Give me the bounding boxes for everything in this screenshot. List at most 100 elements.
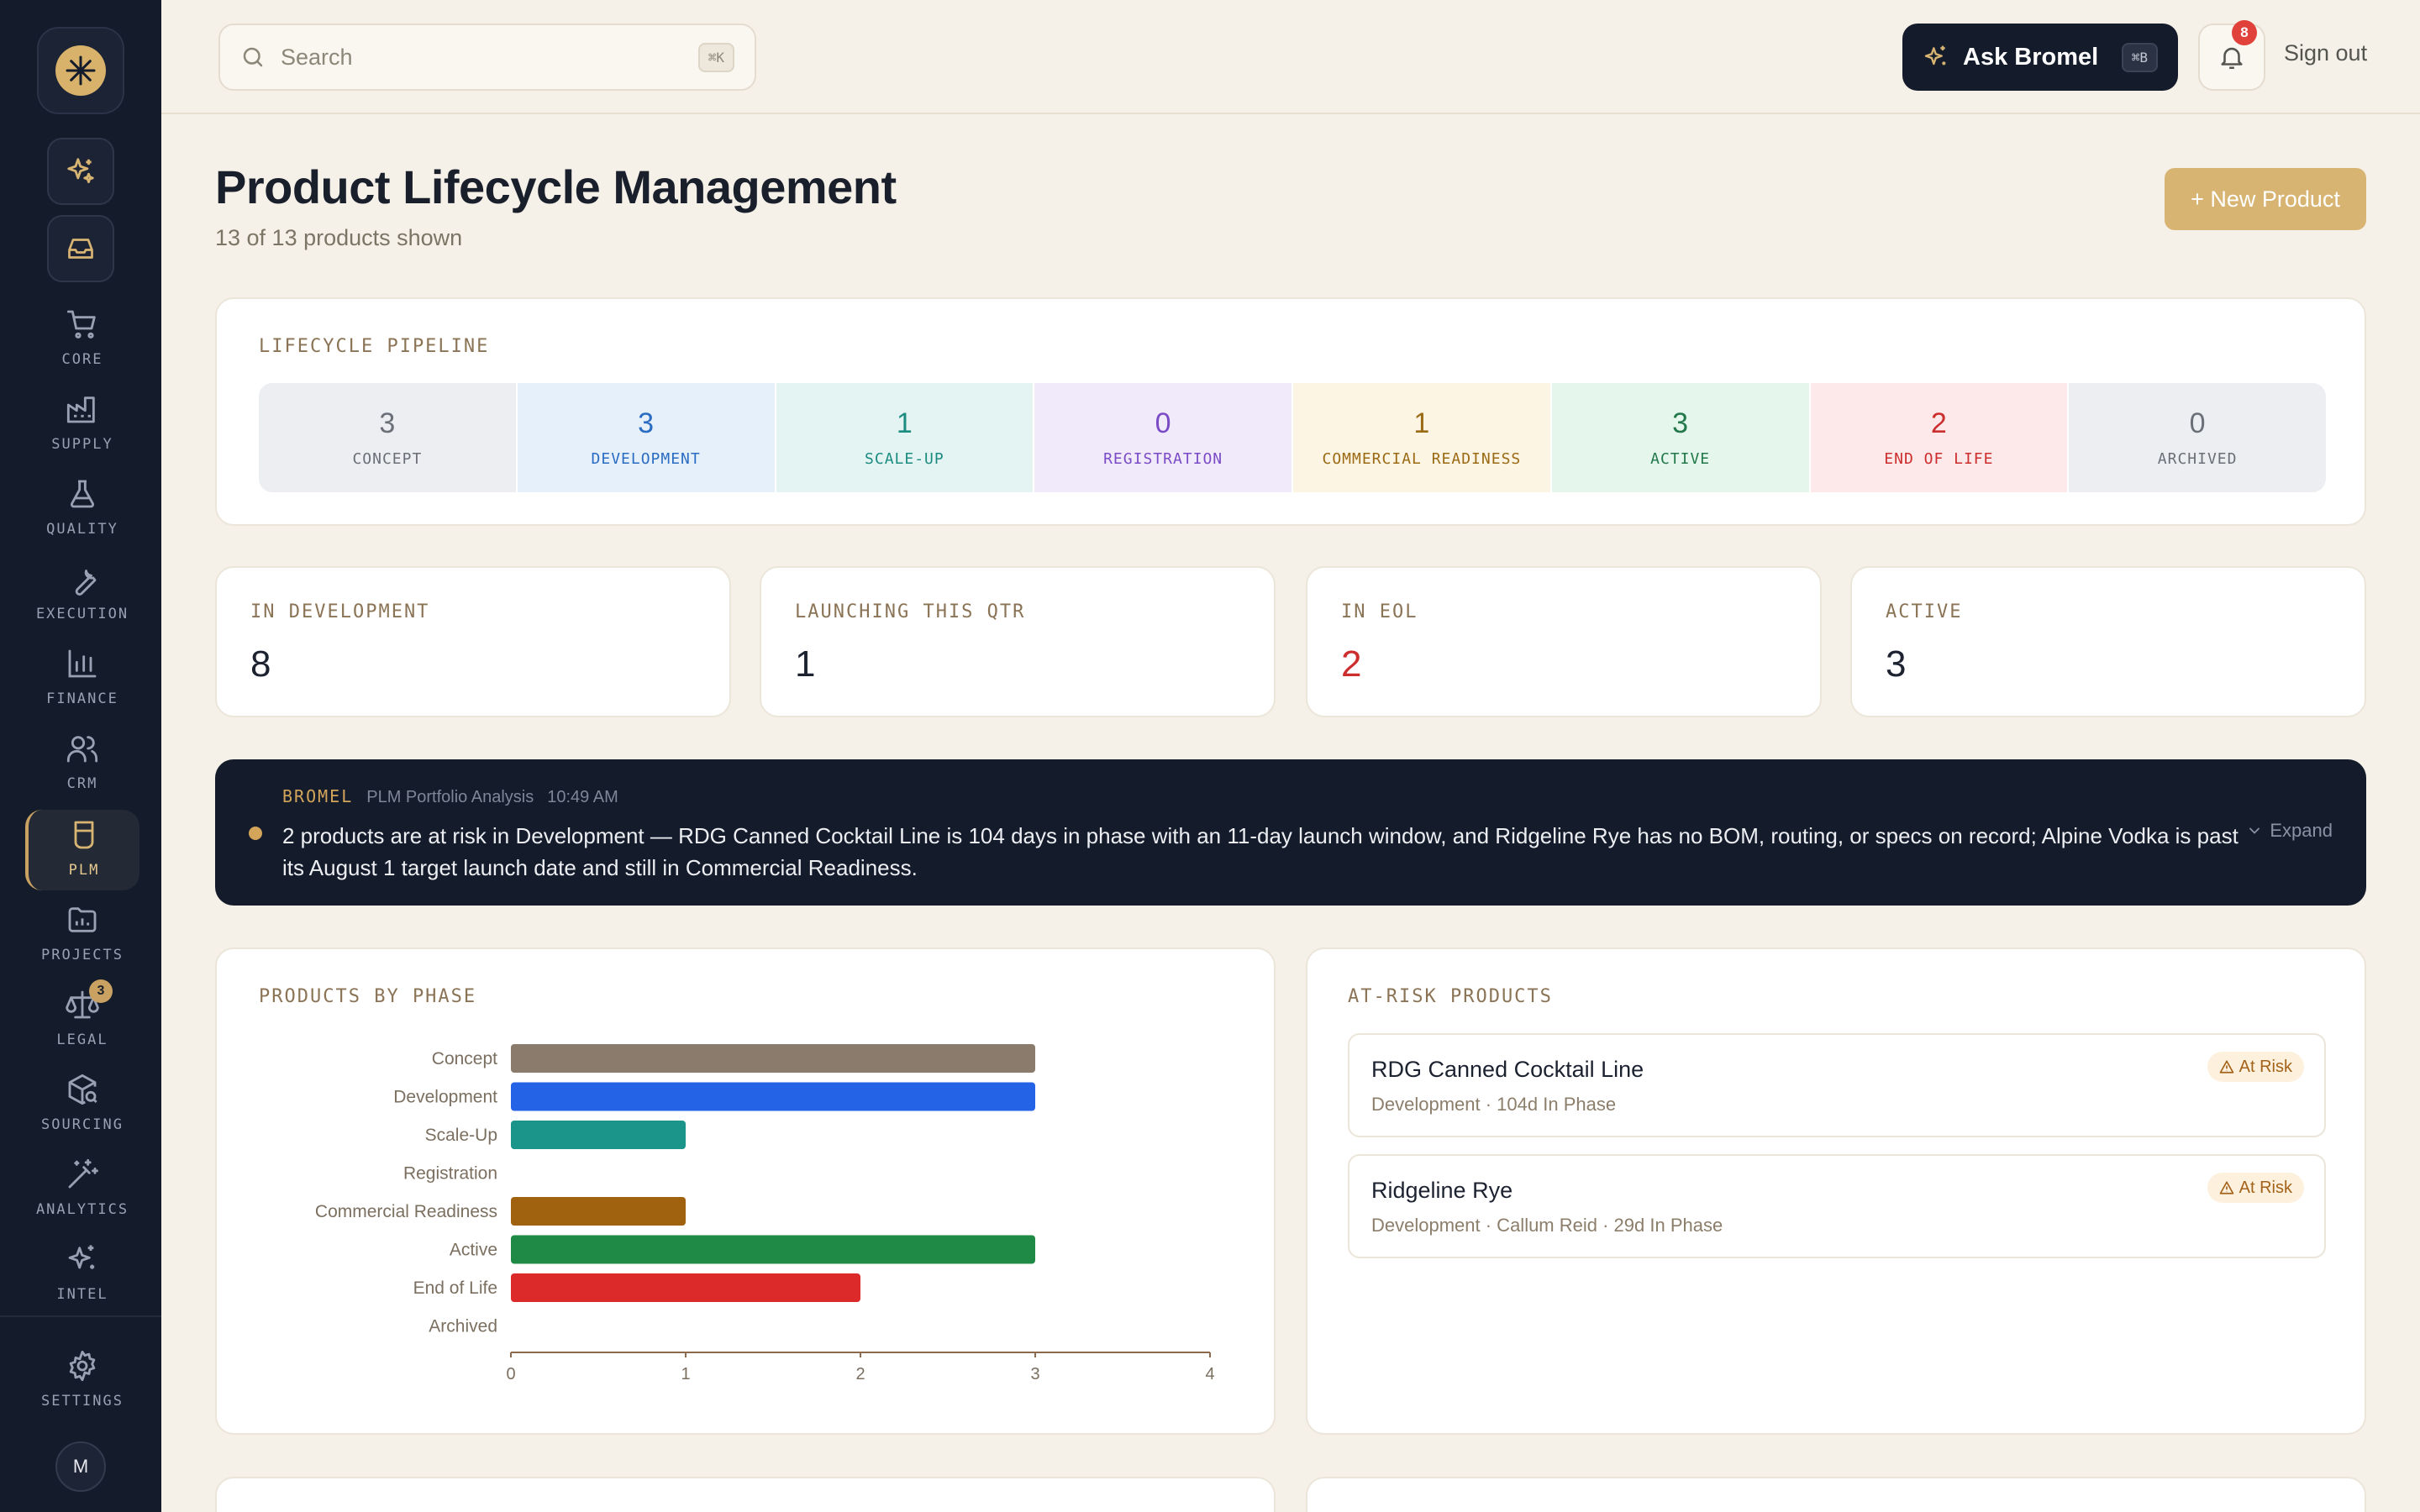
sidebar-divider [0, 1315, 161, 1317]
product-meta: Development · Callum Reid · 29d In Phase [1371, 1215, 1723, 1236]
cart-icon [66, 310, 96, 339]
sparkles-icon [1924, 45, 1946, 66]
sidebar-item-intel[interactable]: INTEL [25, 1234, 139, 1315]
section-title: LIFECYCLE PIPELINE [259, 336, 490, 357]
stage-archived[interactable]: 0 ARCHIVED [2069, 383, 2326, 492]
sidebar-item-settings[interactable]: SETTINGS [25, 1341, 139, 1421]
bar-chart-icon [68, 649, 97, 678]
sidebar-item-label: INTEL [56, 1286, 108, 1303]
stage-count: 2 [1930, 407, 1947, 439]
sidebar-item-plm[interactable]: PLM [25, 810, 139, 890]
insight-text: 2 products are at risk in Development — … [282, 823, 2238, 880]
app-logo[interactable] [37, 27, 124, 114]
insight-timestamp: 10:49 AM [547, 788, 618, 806]
expand-button[interactable]: Expand [2246, 820, 2333, 842]
search-input[interactable]: Search ⌘K [218, 24, 756, 91]
stage-name: ARCHIVED [2157, 450, 2238, 468]
category-label: Active [450, 1241, 497, 1260]
x-tick-label: 4 [1205, 1365, 1214, 1383]
sparkles-icon [67, 158, 94, 184]
sidebar-item-crm[interactable]: CRM [25, 723, 139, 804]
stage-name: CONCEPT [352, 450, 423, 468]
inbox-button[interactable] [47, 215, 114, 282]
sidebar-item-label: ANALYTICS [35, 1201, 129, 1218]
insight-topic: PLM Portfolio Analysis [366, 788, 534, 806]
x-tick-label: 2 [855, 1365, 865, 1383]
category-label: End of Life [413, 1278, 497, 1298]
search-placeholder: Search [281, 44, 353, 70]
category-label: Registration [403, 1164, 497, 1184]
sidebar-item-supply[interactable]: SUPPLY [25, 384, 139, 465]
sidebar-item-legal[interactable]: 3 LEGAL [25, 979, 139, 1060]
x-tick-label: 3 [1030, 1365, 1039, 1383]
flask-icon [70, 480, 95, 508]
sidebar-item-finance[interactable]: FINANCE [25, 638, 139, 719]
stat-label: LAUNCHING THIS QTR [795, 601, 1026, 622]
inbox-icon [68, 239, 93, 259]
next-card-left [215, 1477, 1276, 1512]
sidebar-item-label: SETTINGS [41, 1393, 124, 1410]
sidebar-item-projects[interactable]: PROJECTS [25, 895, 139, 975]
at-risk-products-card: AT-RISK PRODUCTS RDG Canned Cocktail Lin… [1306, 948, 2366, 1435]
stage-name: REGISTRATION [1103, 450, 1223, 468]
at-risk-item[interactable]: RDG Canned Cocktail Line Development · 1… [1348, 1033, 2326, 1137]
stat-card-launching-this-qtr: LAUNCHING THIS QTR 1 [760, 566, 1276, 717]
sidebar-item-label: PLM [68, 862, 100, 879]
ai-assistant-button[interactable] [47, 138, 114, 205]
product-meta: Development · 104d In Phase [1371, 1094, 1617, 1115]
bar-active[interactable] [511, 1235, 1035, 1264]
sidebar-item-analytics[interactable]: ANALYTICS [25, 1149, 139, 1230]
bar-end-of-life[interactable] [511, 1273, 860, 1302]
stage-concept[interactable]: 3 CONCEPT [259, 383, 518, 492]
stage-count: 0 [2189, 407, 2206, 439]
folder-chart-icon [68, 907, 97, 932]
ask-bromel-button[interactable]: Ask Bromel ⌘B [1902, 24, 2178, 91]
bar-development[interactable] [511, 1082, 1035, 1111]
sparkles-icon [68, 1245, 95, 1269]
stage-active[interactable]: 3 ACTIVE [1551, 383, 1811, 492]
stat-card-in-eol: IN EOL 2 [1306, 566, 1822, 717]
sidebar-item-sourcing[interactable]: SOURCING [25, 1064, 139, 1145]
stat-value: 2 [1341, 643, 1362, 685]
page-title: Product Lifecycle Management [215, 160, 897, 213]
bar-commercial-readiness[interactable] [511, 1197, 686, 1226]
wrench-icon [75, 570, 97, 596]
warning-icon [2219, 1181, 2233, 1194]
stat-card-in-development: IN DEVELOPMENT 8 [215, 566, 731, 717]
category-label: Scale-Up [425, 1126, 497, 1145]
sidebar-item-core[interactable]: CORE [25, 299, 139, 380]
at-risk-badge-label: At Risk [2238, 1178, 2292, 1197]
factory-icon [66, 396, 95, 423]
insight-header: BROMEL PLM Portfolio Analysis 10:49 AM [282, 786, 618, 807]
at-risk-item[interactable]: Ridgeline Rye Development · Callum Reid … [1348, 1154, 2326, 1258]
x-tick-label: 1 [681, 1365, 690, 1383]
stage-name: END OF LIFE [1884, 450, 1994, 468]
search-icon [243, 47, 263, 67]
package-search-icon [68, 1074, 97, 1105]
bar-concept[interactable] [511, 1044, 1035, 1073]
sidebar-item-quality[interactable]: QUALITY [25, 469, 139, 549]
sidebar-item-label: SOURCING [41, 1116, 124, 1133]
section-title: AT-RISK PRODUCTS [1348, 986, 1553, 1007]
stage-registration[interactable]: 0 REGISTRATION [1034, 383, 1293, 492]
new-product-button[interactable]: + New Product [2165, 168, 2366, 230]
insight-source: BROMEL [282, 786, 354, 806]
stage-name: ACTIVE [1650, 450, 1711, 468]
sign-out-link[interactable]: Sign out [2284, 40, 2367, 66]
stage-count: 1 [1413, 407, 1430, 439]
lifecycle-pipeline-card: LIFECYCLE PIPELINE 3 CONCEPT 3 DEVELOPME… [215, 297, 2366, 526]
stage-scale-up[interactable]: 1 SCALE-UP [776, 383, 1035, 492]
bar-scale-up[interactable] [511, 1121, 686, 1149]
stage-commercial-readiness[interactable]: 1 COMMERCIAL READINESS [1293, 383, 1552, 492]
stage-development[interactable]: 3 DEVELOPMENT [517, 383, 776, 492]
notification-count-badge: 8 [2232, 20, 2257, 45]
notifications-button[interactable]: 8 [2198, 20, 2265, 91]
products-by-phase-chart: Concept Development Scale-Up Registration Co… [315, 1044, 1215, 1383]
sidebar-item-execution[interactable]: EXECUTION [25, 554, 139, 634]
stage-end-of-life[interactable]: 2 END OF LIFE [1810, 383, 2070, 492]
ask-bromel-label: Ask Bromel [1963, 43, 2099, 71]
user-avatar[interactable]: M [55, 1441, 106, 1492]
search-shortcut: ⌘K [697, 42, 734, 72]
legal-count-badge: 3 [89, 979, 113, 1003]
pipeline-stages: 3 CONCEPT 3 DEVELOPMENT 1 SCALE-UP 0 REG… [259, 383, 2326, 492]
